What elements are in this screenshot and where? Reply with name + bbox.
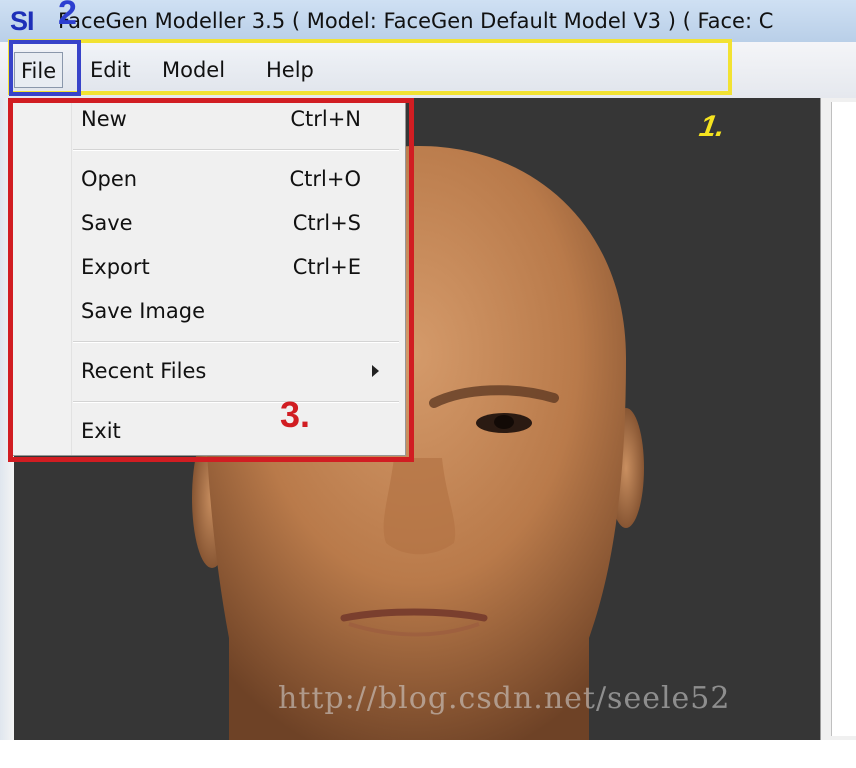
side-panel-inner (831, 102, 856, 736)
title-bar: SI FaceGen Modeller 3.5 ( Model: FaceGen… (0, 0, 856, 42)
app-icon: SI (10, 6, 35, 36)
bottom-strip (0, 740, 856, 768)
annotation-label-3: 3. (280, 394, 311, 435)
window-title: FaceGen Modeller 3.5 ( Model: FaceGen De… (58, 9, 774, 33)
annotation-box-dropdown (8, 98, 414, 462)
annotation-box-file (9, 40, 81, 96)
annotation-label-2: 2 (58, 0, 77, 32)
watermark-text: http://blog.csdn.net/seele52 (278, 681, 731, 716)
side-panel (820, 98, 856, 740)
annotation-box-menubar (8, 39, 732, 95)
